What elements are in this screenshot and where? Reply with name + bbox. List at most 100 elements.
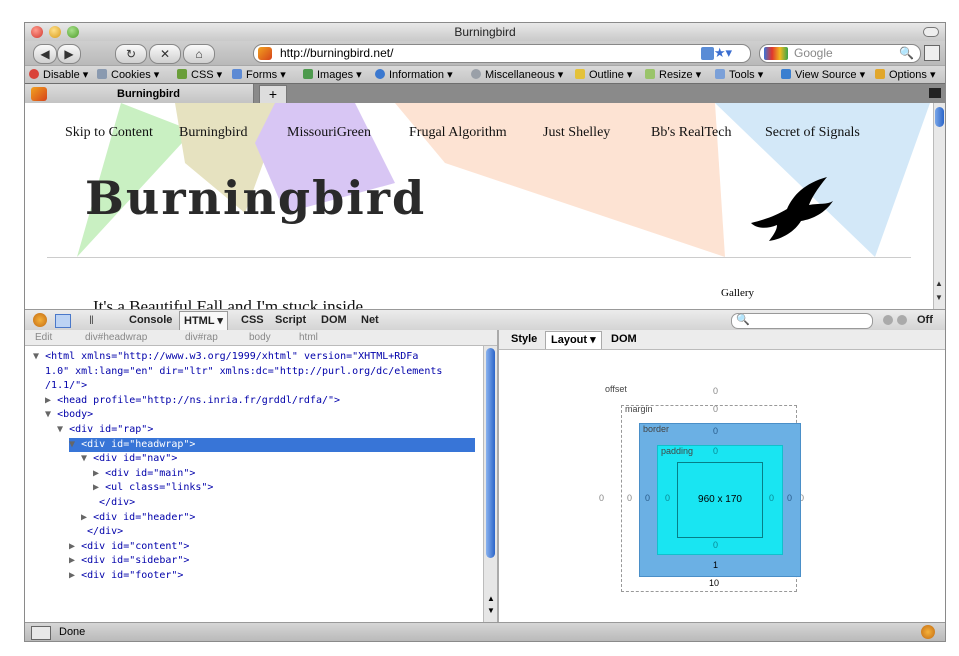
breadcrumb-rap[interactable]: div#rap	[185, 330, 218, 345]
collapse-arrow-icon[interactable]: ▼	[33, 351, 39, 362]
tree-node[interactable]: ▼ <body>	[45, 408, 93, 422]
inspect-icon[interactable]	[55, 314, 71, 328]
expand-arrow-icon[interactable]: ▶	[69, 555, 75, 566]
tree-node[interactable]: ▶ <div id="sidebar">	[69, 554, 189, 568]
margin-bottom-value[interactable]: 10	[709, 578, 719, 588]
devbar-item-miscellaneous[interactable]: Miscellaneous ▾	[471, 66, 563, 84]
tree-node[interactable]: ▼ <div id="nav">	[81, 452, 177, 466]
back-button[interactable]: ◀	[33, 44, 57, 64]
tree-node[interactable]: ▼ <html xmlns="http://www.w3.org/1999/xh…	[33, 350, 418, 364]
padding-left-value[interactable]: 0	[665, 493, 670, 503]
home-button[interactable]: ⌂	[183, 44, 215, 64]
firebug-tab-dom[interactable]: DOM	[321, 310, 347, 330]
content-box-size[interactable]: 960 x 170	[677, 462, 763, 538]
toolbar-toggle-button[interactable]	[923, 27, 939, 37]
post-headline[interactable]: It's a Beautiful Fall and I'm stuck insi…	[93, 297, 363, 309]
zoom-window-button[interactable]	[67, 26, 79, 38]
firebug-search-input[interactable]: 🔍	[731, 313, 873, 329]
restore-window-icon[interactable]	[924, 45, 940, 61]
tree-node[interactable]: </div>	[81, 525, 123, 539]
status-firebug-icon[interactable]	[921, 625, 935, 639]
nav-link-secret-of-signals[interactable]: Secret of Signals	[765, 125, 860, 141]
tree-node[interactable]: 1.0" xml:lang="en" dir="ltr" xmlns:dc="h…	[39, 365, 442, 379]
devbar-item-cookies[interactable]: Cookies ▾	[97, 66, 159, 84]
expand-arrow-icon[interactable]: ▶	[93, 468, 99, 479]
firebug-tab-css[interactable]: CSS	[241, 310, 264, 330]
scroll-up-arrow-icon[interactable]: ▲	[935, 279, 943, 288]
status-resize-icon[interactable]	[31, 626, 51, 640]
margin-left-value[interactable]: 0	[627, 493, 632, 503]
edit-button[interactable]: Edit	[35, 330, 52, 345]
firebug-tab-script[interactable]: Script	[275, 310, 306, 330]
expand-arrow-icon[interactable]: ▶	[93, 482, 99, 493]
collapse-arrow-icon[interactable]: ▼	[57, 424, 63, 435]
nav-link-bbs-realtech[interactable]: Bb's RealTech	[651, 125, 731, 141]
devbar-item-tools[interactable]: Tools ▾	[715, 66, 763, 84]
tree-scroll-up-icon[interactable]: ▲	[487, 594, 495, 603]
devbar-item-disable[interactable]: Disable ▾	[29, 66, 88, 84]
tree-node[interactable]: ▶ <div id="main">	[93, 467, 195, 481]
search-magnifier-icon[interactable]: 🔍	[899, 45, 914, 62]
tree-node[interactable]: ▶ <ul class="links">	[93, 481, 213, 495]
new-tab-button[interactable]: +	[259, 85, 287, 105]
nav-link-skip[interactable]: Skip to Content	[65, 125, 153, 141]
pause-icon[interactable]: ‖	[89, 313, 94, 327]
border-top-value[interactable]: 0	[713, 426, 718, 436]
side-tab-layout[interactable]: Layout ▾	[545, 331, 602, 349]
stop-button[interactable]: ✕	[149, 44, 181, 64]
rss-feed-icon[interactable]	[701, 47, 714, 60]
side-tab-style[interactable]: Style	[511, 330, 537, 349]
devbar-item-options[interactable]: Options ▾	[875, 66, 936, 84]
collapse-arrow-icon[interactable]: ▼	[81, 453, 87, 464]
tree-node[interactable]: ▼ <div id="headwrap">	[69, 437, 475, 452]
padding-right-value[interactable]: 0	[769, 493, 774, 503]
page-scrollbar[interactable]: ▲ ▼	[933, 103, 945, 309]
devbar-item-css[interactable]: CSS ▾	[177, 66, 222, 84]
border-bottom-value[interactable]: 1	[713, 560, 718, 570]
tree-node[interactable]: </div>	[93, 496, 135, 510]
firebug-minimize-icon[interactable]	[883, 315, 893, 325]
expand-arrow-icon[interactable]: ▶	[69, 541, 75, 552]
page-scroll-thumb[interactable]	[935, 107, 944, 127]
side-tab-dom[interactable]: DOM	[611, 330, 637, 349]
collapse-arrow-icon[interactable]: ▼	[45, 409, 51, 420]
nav-link-just-shelley[interactable]: Just Shelley	[543, 125, 610, 141]
firebug-tab-html[interactable]: HTML ▾	[179, 311, 228, 330]
tree-scroll-down-icon[interactable]: ▼	[487, 606, 495, 615]
google-engine-icon[interactable]	[764, 47, 788, 60]
margin-top-value[interactable]: 0	[713, 404, 718, 414]
tree-node[interactable]: ▼ <div id="rap">	[57, 423, 153, 437]
devbar-item-forms[interactable]: Forms ▾	[232, 66, 286, 84]
url-bar[interactable]: http://burningbird.net/ ★▾	[253, 44, 751, 63]
firebug-off-button[interactable]: Off	[917, 310, 933, 330]
tree-node[interactable]: /1.1/">	[39, 379, 87, 393]
devbar-item-view-source[interactable]: View Source ▾	[781, 66, 865, 84]
search-box[interactable]: Google 🔍	[759, 44, 921, 63]
close-window-button[interactable]	[31, 26, 43, 38]
firebug-tab-net[interactable]: Net	[361, 310, 379, 330]
devbar-item-images[interactable]: Images ▾	[303, 66, 362, 84]
devbar-item-outline[interactable]: Outline ▾	[575, 66, 632, 84]
nav-link-frugal-algorithm[interactable]: Frugal Algorithm	[409, 125, 507, 141]
expand-arrow-icon[interactable]: ▶	[81, 512, 87, 523]
devbar-item-resize[interactable]: Resize ▾	[645, 66, 701, 84]
expand-arrow-icon[interactable]: ▶	[69, 570, 75, 581]
html-tree-scrollbar[interactable]: ▲ ▼	[483, 346, 498, 622]
forward-button[interactable]: ▶	[57, 44, 81, 64]
nav-link-missourigreen[interactable]: MissouriGreen	[287, 125, 371, 141]
reload-button[interactable]: ↻	[115, 44, 147, 64]
breadcrumb-headwrap[interactable]: div#headwrap	[85, 330, 147, 345]
scroll-down-arrow-icon[interactable]: ▼	[935, 293, 943, 302]
border-left-value[interactable]: 0	[645, 493, 650, 503]
collapse-arrow-icon[interactable]: ▼	[69, 439, 75, 450]
breadcrumb-html[interactable]: html	[299, 330, 318, 345]
expand-arrow-icon[interactable]: ▶	[45, 395, 51, 406]
html-tree-scroll-thumb[interactable]	[486, 348, 495, 558]
tree-node[interactable]: ▶ <div id="header">	[81, 511, 195, 525]
bookmark-star-icon[interactable]: ★▾	[714, 45, 732, 61]
firebug-icon[interactable]	[33, 313, 47, 327]
border-right-value[interactable]: 0	[787, 493, 792, 503]
site-brand-title[interactable]: Burningbird	[85, 171, 426, 225]
tab-burningbird[interactable]: Burningbird	[25, 84, 254, 104]
firebug-tab-console[interactable]: Console	[129, 310, 172, 330]
